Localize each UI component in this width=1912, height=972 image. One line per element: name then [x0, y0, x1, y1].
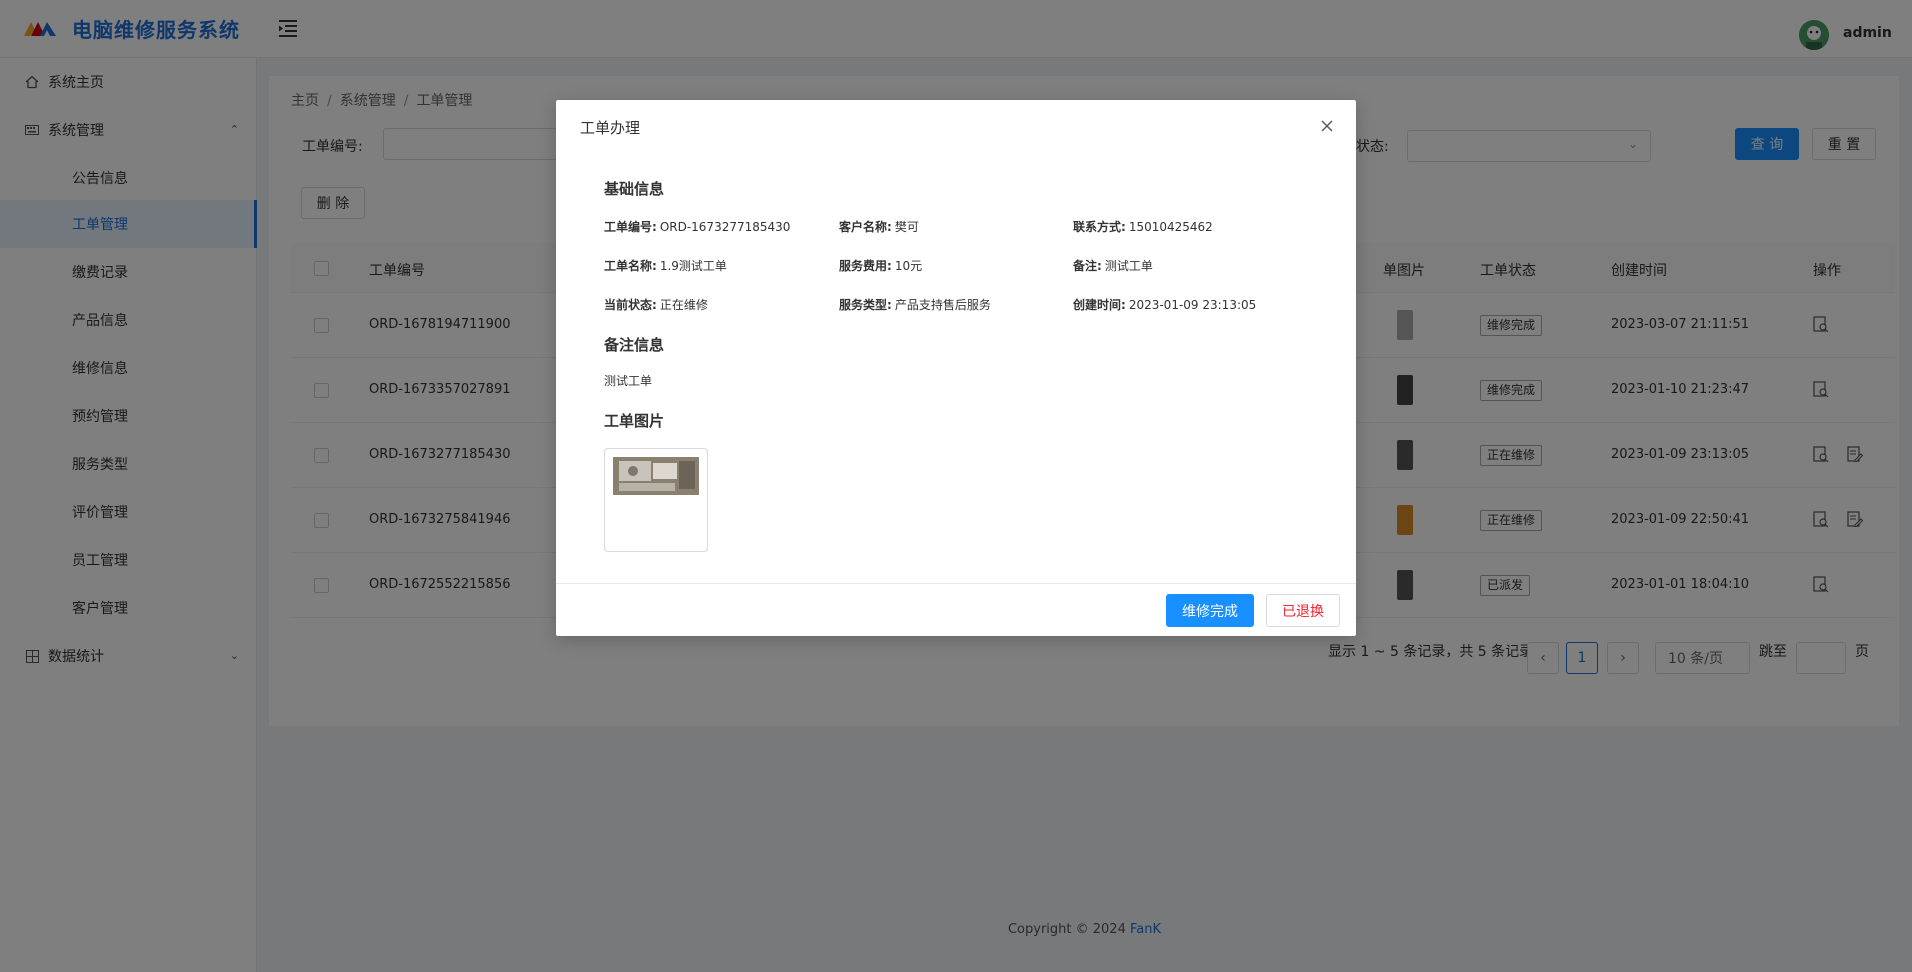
- remark-info-title: 备注信息: [604, 336, 665, 354]
- field-value: 正在维修: [659, 298, 708, 312]
- field-key: 备注:: [1073, 259, 1102, 273]
- close-icon[interactable]: [1316, 115, 1338, 137]
- repair-complete-button[interactable]: 维修完成: [1166, 594, 1254, 627]
- field-created-time: 创建时间: 2023-01-09 23:13:05: [1073, 296, 1256, 313]
- remark-text: 测试工单: [604, 374, 653, 388]
- field-value: 1.9测试工单: [659, 259, 727, 273]
- field-contact: 联系方式: 15010425462: [1073, 218, 1213, 235]
- field-status: 当前状态: 正在维修: [604, 296, 708, 313]
- field-key: 当前状态:: [604, 298, 657, 312]
- field-key: 服务类型:: [839, 298, 892, 312]
- field-value: ORD-1673277185430: [659, 220, 791, 234]
- modal-divider: [556, 583, 1356, 584]
- field-value: 测试工单: [1104, 259, 1153, 273]
- field-remark: 备注: 测试工单: [1073, 257, 1153, 274]
- basic-info-title: 基础信息: [604, 180, 665, 198]
- field-value: 15010425462: [1128, 220, 1213, 234]
- modal-title: 工单办理: [580, 119, 641, 137]
- field-key: 工单编号:: [604, 220, 657, 234]
- field-value: 10元: [894, 259, 923, 273]
- field-value: 产品支持售后服务: [894, 298, 991, 312]
- order-image-preview[interactable]: [604, 448, 708, 552]
- field-key: 客户名称:: [839, 220, 892, 234]
- field-key: 联系方式:: [1073, 220, 1126, 234]
- order-image-title: 工单图片: [604, 412, 665, 430]
- field-key: 创建时间:: [1073, 298, 1126, 312]
- field-value: 2023-01-09 23:13:05: [1128, 298, 1257, 312]
- field-order-no: 工单编号: ORD-1673277185430: [604, 218, 790, 235]
- field-customer: 客户名称: 樊可: [839, 218, 919, 235]
- field-order-name: 工单名称: 1.9测试工单: [604, 257, 727, 274]
- swapped-button[interactable]: 已退换: [1266, 594, 1340, 627]
- field-fee: 服务费用: 10元: [839, 257, 922, 274]
- motherboard-image-icon: [613, 457, 699, 495]
- field-value: 樊可: [894, 220, 919, 234]
- field-service-type: 服务类型: 产品支持售后服务: [839, 296, 991, 313]
- field-key: 工单名称:: [604, 259, 657, 273]
- work-order-modal: 工单办理 基础信息 工单编号: ORD-1673277185430 客户名称: 樊可…: [556, 100, 1356, 636]
- field-key: 服务费用:: [839, 259, 892, 273]
